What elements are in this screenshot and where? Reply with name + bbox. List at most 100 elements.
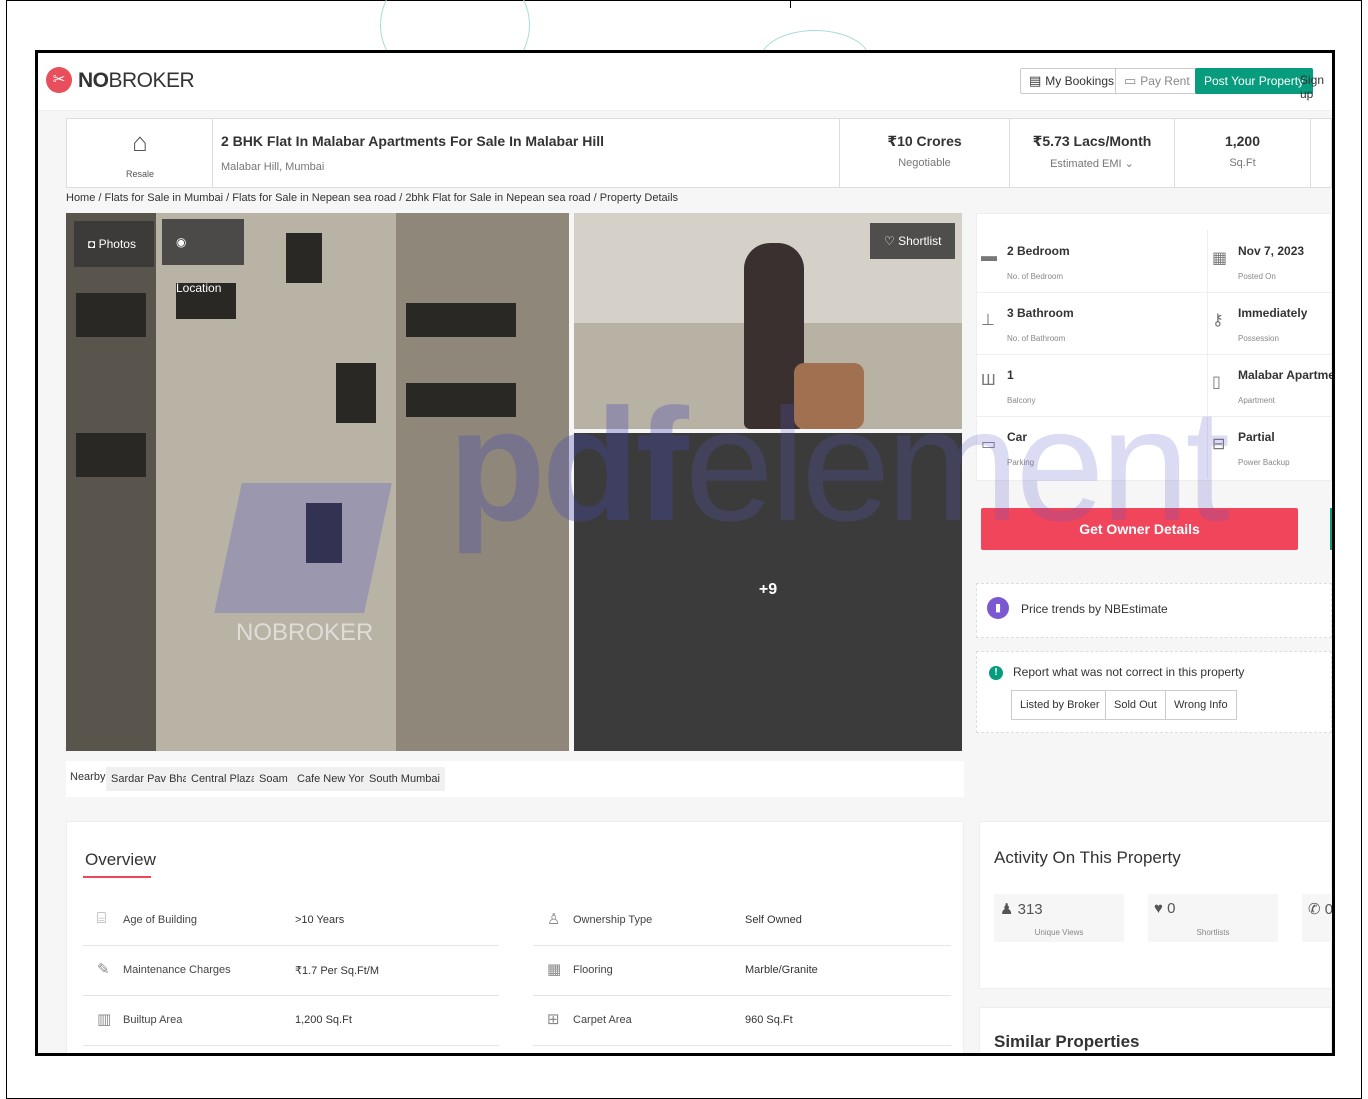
fact-bedroom: ▬ 2 Bedroom No. of Bedroom xyxy=(977,230,1207,292)
similar-properties-title: Similar Properties xyxy=(994,1032,1140,1051)
price-cell: ₹10 Crores Negotiable xyxy=(839,119,1009,187)
title-bar-edge xyxy=(1310,119,1332,187)
photo-window xyxy=(286,233,322,283)
report-text: Report what was not correct in this prop… xyxy=(1013,665,1245,679)
report-card: ! Report what was not correct in this pr… xyxy=(976,651,1332,733)
nearby-label: Nearby: xyxy=(70,771,109,783)
overview-key: Carpet Area xyxy=(573,1014,632,1026)
overview-value: Self Owned xyxy=(745,914,802,926)
overview-key: Age of Building xyxy=(123,914,197,926)
fact-label: Posted On xyxy=(1238,272,1276,281)
post-property-button[interactable]: Post Your Property xyxy=(1195,68,1314,94)
camera-icon: ◘ xyxy=(88,237,99,251)
nearby-chip[interactable]: Cafe New York xyxy=(292,767,375,791)
nearby-chip[interactable]: Soam xyxy=(254,767,293,791)
building-age-icon: ⌸ xyxy=(97,910,107,927)
fact-label: Apartment xyxy=(1238,396,1275,405)
area-value: 1,200 xyxy=(1224,133,1261,149)
overview-value: >10 Years xyxy=(295,914,345,926)
similar-properties-section: Similar Properties xyxy=(979,1007,1332,1053)
breadcrumb[interactable]: Home / Flats for Sale in Mumbai / Flats … xyxy=(66,192,678,204)
activity-title: Activity On This Property xyxy=(994,848,1181,867)
overview-value: 1,200 Sq.Ft xyxy=(295,1014,352,1026)
fact-value: Immediately xyxy=(1238,306,1308,320)
activity-section: Activity On This Property ♟ 313 Unique V… xyxy=(979,821,1332,989)
resale-badge: ⌂ Resale xyxy=(67,119,213,187)
contacts-count: ✆ 0 xyxy=(1308,900,1334,918)
property-location: Malabar Hill, Mumbai xyxy=(221,161,325,173)
contacts-value: 0 xyxy=(1324,901,1334,918)
nearby-chip[interactable]: South Mumbai xyxy=(364,767,445,791)
overview-row-age: ⌸ Age of Building >10 Years xyxy=(83,896,499,946)
logo-rest: BROKER xyxy=(108,69,195,92)
shortlists-value: 0 xyxy=(1167,900,1176,917)
fact-value: Nov 7, 2023 xyxy=(1238,244,1305,258)
watermark-part-1: pdf xyxy=(448,375,689,554)
watermark-part-2: element xyxy=(684,375,1230,554)
card-icon: ▭ xyxy=(1124,73,1137,88)
photo-window xyxy=(336,363,376,423)
post-property-label: Post Your Property xyxy=(1204,74,1305,88)
fact-label: Power Backup xyxy=(1238,458,1290,467)
nobroker-logo-icon[interactable]: ✂ xyxy=(46,67,72,93)
fact-posted-on: ▦ Nov 7, 2023 Posted On xyxy=(1207,230,1332,292)
fact-label: Possession xyxy=(1238,334,1279,343)
alert-icon: ! xyxy=(989,666,1003,680)
photos-button[interactable]: ◘ Photos xyxy=(74,221,154,267)
shortlists-count: ♥ 0 xyxy=(1154,900,1175,917)
activity-views-card: ♟ 313 Unique Views xyxy=(994,894,1124,942)
my-bookings-label: My Bookings xyxy=(1045,74,1114,88)
overview-title: Overview xyxy=(85,850,156,869)
nearby-chip[interactable]: Sardar Pav Bhaji xyxy=(106,767,199,791)
flooring-icon: ▦ xyxy=(547,961,562,978)
bed-icon: ▬ xyxy=(981,248,997,265)
report-wrong-info-button[interactable]: Wrong Info xyxy=(1165,690,1237,720)
calendar-icon: ▦ xyxy=(1212,250,1228,267)
builtup-icon: ▥ xyxy=(97,1011,112,1028)
fact-possession: ⚷ Immediately Possession xyxy=(1207,292,1332,354)
fact-power-backup: ⊟ Partial Power Backup xyxy=(1207,416,1332,478)
site-logo[interactable]: NOBROKER xyxy=(78,69,195,93)
overview-row-carpet: ⊞ Carpet Area 960 Sq.Ft xyxy=(533,996,951,1046)
pdfelement-watermark-icon xyxy=(214,483,392,613)
pay-rent-button[interactable]: ▭ Pay Rent xyxy=(1115,68,1199,94)
pdfelement-watermark: pdfelement xyxy=(448,373,1230,557)
location-button[interactable]: ◉ Location xyxy=(162,219,244,295)
photo-window xyxy=(76,293,146,337)
overview-row-ownership: ♙ Ownership Type Self Owned xyxy=(533,896,951,946)
sign-up-link[interactable]: Sign up xyxy=(1300,73,1332,101)
overview-key: Builtup Area xyxy=(123,1014,183,1026)
more-photos-count: +9 xyxy=(758,581,778,598)
photo-watermark: NOBROKER xyxy=(236,619,374,646)
report-sold-out-button[interactable]: Sold Out xyxy=(1105,690,1166,720)
property-title: 2 BHK Flat In Malabar Apartments For Sal… xyxy=(221,133,605,149)
emi-dropdown[interactable]: Estimated EMI ⌄ xyxy=(1010,157,1174,170)
fact-value: 3 Bathroom xyxy=(1007,306,1074,320)
fact-bathroom: ⊥ 3 Bathroom No. of Bathroom xyxy=(977,292,1207,354)
emi-cell[interactable]: ₹5.73 Lacs/Month Estimated EMI ⌄ xyxy=(1009,119,1174,187)
report-listed-by-broker-button[interactable]: Listed by Broker xyxy=(1011,690,1109,720)
views-label: Unique Views xyxy=(1034,928,1084,937)
fact-value: Malabar Apartments xyxy=(1238,368,1335,382)
key-icon: ⚷ xyxy=(1212,312,1224,329)
fact-value: 2 Bedroom xyxy=(1007,244,1070,258)
overview-value: ₹1.7 Per Sq.Ft/M xyxy=(295,965,380,977)
my-bookings-button[interactable]: ▤ My Bookings xyxy=(1020,68,1123,94)
secondary-button-edge[interactable] xyxy=(1330,508,1332,550)
shortlist-button[interactable]: ♡ Shortlist xyxy=(870,223,956,259)
emi-value: ₹5.73 Lacs/Month xyxy=(1032,133,1152,149)
fact-label: No. of Bedroom xyxy=(1007,272,1064,281)
bath-icon: ⊥ xyxy=(981,312,995,329)
overview-row-maintenance: ✎ Maintenance Charges ₹1.7 Per Sq.Ft/M xyxy=(83,946,499,996)
fact-label: No. of Bathroom xyxy=(1007,334,1066,343)
activity-contacts-card: ✆ 0 xyxy=(1302,894,1334,942)
overview-key: Maintenance Charges xyxy=(123,964,231,976)
property-title-bar: ⌂ Resale 2 BHK Flat In Malabar Apartment… xyxy=(66,118,1332,188)
site-header: ✂ NOBROKER ▤ My Bookings ▭ Pay Rent Post Y… xyxy=(38,53,1332,111)
price-trends-card[interactable]: ▮ Price trends by NBEstimate xyxy=(976,583,1332,638)
shortlist-label: Shortlist xyxy=(898,234,942,248)
area-unit: Sq.Ft xyxy=(1229,157,1256,169)
shortlists-label: Shortlists xyxy=(1196,928,1230,937)
nearby-chip[interactable]: Central Plaza xyxy=(186,767,263,791)
tools-icon: ✎ xyxy=(97,961,110,978)
